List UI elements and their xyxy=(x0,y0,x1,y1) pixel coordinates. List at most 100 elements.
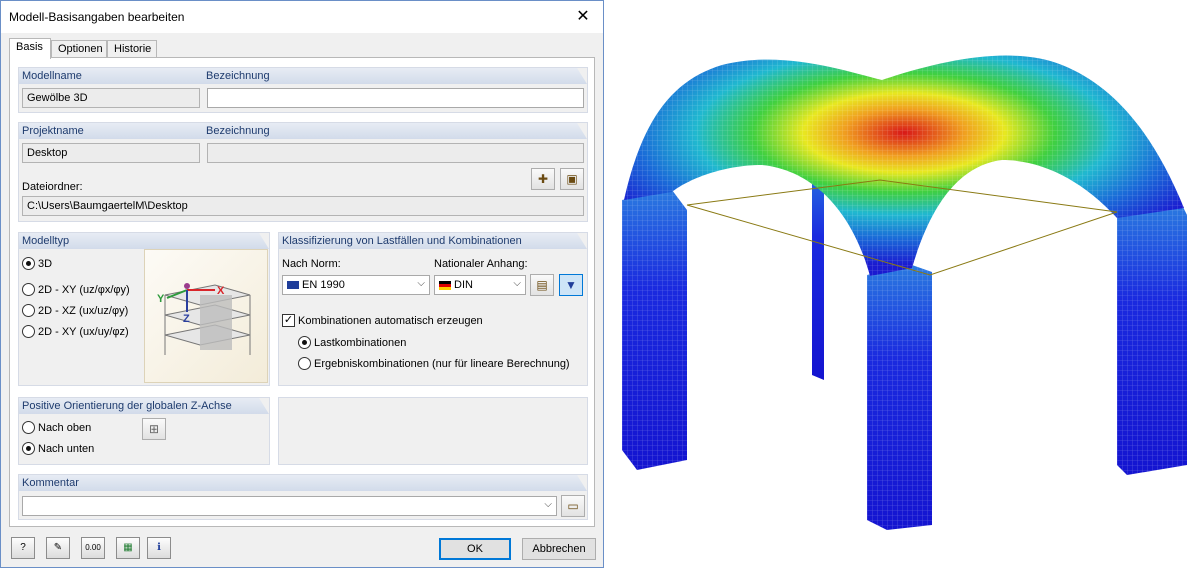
tab-panel-basis: Modellname Bezeichnung Gewölbe 3D Projek… xyxy=(9,57,595,527)
edit-button[interactable]: ✎ xyxy=(46,537,70,559)
copy-icon: ▭ xyxy=(567,499,579,513)
title-bar: Modell-Basisangaben bearbeiten ✕ xyxy=(1,1,603,33)
radio-result-combinations-label: Ergebniskombinationen (nur für lineare B… xyxy=(314,357,570,370)
model-name-label: Modellname xyxy=(22,70,82,82)
axis-preview-graphic: X Y Z xyxy=(157,283,251,355)
radio-2d-xy-plane-label: 2D - XY (ux/uy/φz) xyxy=(38,325,129,338)
model-type-preview: X Y Z xyxy=(144,249,268,383)
norm-select[interactable]: EN 1990 ⌵ xyxy=(282,275,430,295)
radio-2d-xy-plate[interactable]: 2D - XY (uz/φx/φy) xyxy=(22,283,130,296)
help-button[interactable]: ? xyxy=(11,537,35,559)
radio-2d-xz-dot[interactable] xyxy=(22,304,35,317)
project-desc-label: Bezeichnung xyxy=(206,125,270,137)
folder-path-field: C:\Users\BaumgaertelM\Desktop xyxy=(22,196,584,216)
folder-new-icon: ✚ xyxy=(537,172,549,186)
orientation-group: Positive Orientierung der globalen Z-Ach… xyxy=(18,397,270,465)
model-name-header: Modellname Bezeichnung xyxy=(19,68,587,84)
chevron-down-icon: ⌵ xyxy=(417,278,425,289)
ok-button[interactable]: OK xyxy=(439,538,511,560)
project-header: Projektname Bezeichnung xyxy=(19,123,587,139)
german-flag-icon xyxy=(439,280,451,290)
radio-2d-xz-label: 2D - XZ (ux/uz/φy) xyxy=(38,304,129,317)
chevron-down-icon: ⌵ xyxy=(544,499,552,510)
model-description-field[interactable] xyxy=(207,88,584,108)
model-name-group: Modellname Bezeichnung Gewölbe 3D xyxy=(18,67,588,113)
excel-export-icon: ▦ xyxy=(123,542,133,553)
y-axis-label: Y xyxy=(157,293,165,305)
checkbox-box[interactable]: ✓ xyxy=(282,314,295,327)
x-axis-label: X xyxy=(217,285,225,297)
radio-up-dot[interactable] xyxy=(22,421,35,434)
tab-historie[interactable]: Historie xyxy=(107,40,157,58)
radio-result-combinations-dot[interactable] xyxy=(298,357,311,370)
comment-group: Kommentar ⌵ ▭ xyxy=(18,474,588,520)
close-icon[interactable]: ✕ xyxy=(573,7,593,27)
chevron-down-icon: ⌵ xyxy=(513,278,521,289)
folder-icon: ▣ xyxy=(566,172,578,186)
settings-icon: ▤ xyxy=(536,278,548,292)
model-type-title: Modelltyp xyxy=(22,235,70,247)
radio-up-label: Nach oben xyxy=(38,421,92,434)
z-axis-label: Z xyxy=(183,313,190,325)
model-name-field[interactable]: Gewölbe 3D xyxy=(22,88,200,108)
orientation-header: Positive Orientierung der globalen Z-Ach… xyxy=(19,398,269,414)
radio-3d-label: 3D xyxy=(38,257,53,270)
auto-combinations-checkbox[interactable]: ✓ Kombinationen automatisch erzeugen xyxy=(282,314,483,327)
radio-3d[interactable]: 3D xyxy=(22,257,52,270)
cancel-button[interactable]: Abbrechen xyxy=(522,538,596,560)
classification-header: Klassifizierung von Lastfällen und Kombi… xyxy=(279,233,587,249)
norm-value: EN 1990 xyxy=(302,279,345,291)
project-manager-button[interactable]: ▣ xyxy=(560,168,584,190)
comment-input[interactable]: ⌵ xyxy=(22,496,557,516)
excel-export-button[interactable]: ▦ xyxy=(116,537,140,559)
norm-label: Nach Norm: xyxy=(282,258,341,270)
radio-2d-xy-plane-dot[interactable] xyxy=(22,325,35,338)
comment-header: Kommentar xyxy=(19,475,587,491)
info-icon: ℹ xyxy=(157,542,161,553)
units-icon: 0.00 xyxy=(85,543,101,552)
folder-label: Dateiordner: xyxy=(22,181,83,193)
annex-select[interactable]: DIN ⌵ xyxy=(434,275,526,295)
info-button[interactable]: ℹ xyxy=(147,537,171,559)
empty-panel xyxy=(278,397,588,465)
model-type-header: Modelltyp xyxy=(19,233,269,249)
comment-title: Kommentar xyxy=(22,477,79,489)
radio-result-combinations[interactable]: Ergebniskombinationen (nur für lineare B… xyxy=(298,357,570,370)
classification-title: Klassifizierung von Lastfällen und Kombi… xyxy=(282,235,522,247)
orientation-view-button[interactable]: ⊞ xyxy=(142,418,166,440)
project-name-field[interactable]: Desktop xyxy=(22,143,200,163)
radio-2d-xy-plane[interactable]: 2D - XY (ux/uy/φz) xyxy=(22,325,129,338)
radio-load-combinations[interactable]: Lastkombinationen xyxy=(298,336,406,349)
radio-down-label: Nach unten xyxy=(38,442,95,455)
filter-icon: ▼ xyxy=(565,278,577,292)
radio-load-combinations-dot[interactable] xyxy=(298,336,311,349)
view-icon: ⊞ xyxy=(148,422,160,436)
radio-down[interactable]: Nach unten xyxy=(22,442,94,455)
radio-down-dot[interactable] xyxy=(22,442,35,455)
radio-3d-dot[interactable] xyxy=(22,257,35,270)
tab-basis[interactable]: Basis xyxy=(9,38,51,59)
annex-settings-button[interactable]: ▤ xyxy=(530,274,554,296)
classification-group: Klassifizierung von Lastfällen und Kombi… xyxy=(278,232,588,386)
units-button[interactable]: 0.00 xyxy=(81,537,105,559)
annex-value: DIN xyxy=(454,279,473,291)
filter-button[interactable]: ▼ xyxy=(559,274,583,296)
new-project-button[interactable]: ✚ xyxy=(531,168,555,190)
model-desc-label: Bezeichnung xyxy=(206,70,270,82)
project-description-field xyxy=(207,143,584,163)
radio-2d-xy-plate-label: 2D - XY (uz/φx/φy) xyxy=(38,283,130,296)
vault-3d-visualization xyxy=(612,40,1192,540)
project-group: Projektname Bezeichnung Desktop ✚ ▣ Date… xyxy=(18,122,588,222)
radio-2d-xz[interactable]: 2D - XZ (ux/uz/φy) xyxy=(22,304,128,317)
eu-flag-icon xyxy=(287,281,299,290)
annex-label: Nationaler Anhang: xyxy=(434,258,528,270)
vault-result-graphic xyxy=(622,55,1187,530)
radio-up[interactable]: Nach oben xyxy=(22,421,91,434)
comment-edit-button[interactable]: ▭ xyxy=(561,495,585,517)
project-name-label: Projektname xyxy=(22,125,84,137)
help-icon: ? xyxy=(20,542,26,553)
auto-combinations-label: Kombinationen automatisch erzeugen xyxy=(298,314,483,327)
tab-optionen[interactable]: Optionen xyxy=(51,40,107,58)
model-basis-dialog: Modell-Basisangaben bearbeiten ✕ Basis O… xyxy=(0,0,604,568)
radio-2d-xy-plate-dot[interactable] xyxy=(22,283,35,296)
